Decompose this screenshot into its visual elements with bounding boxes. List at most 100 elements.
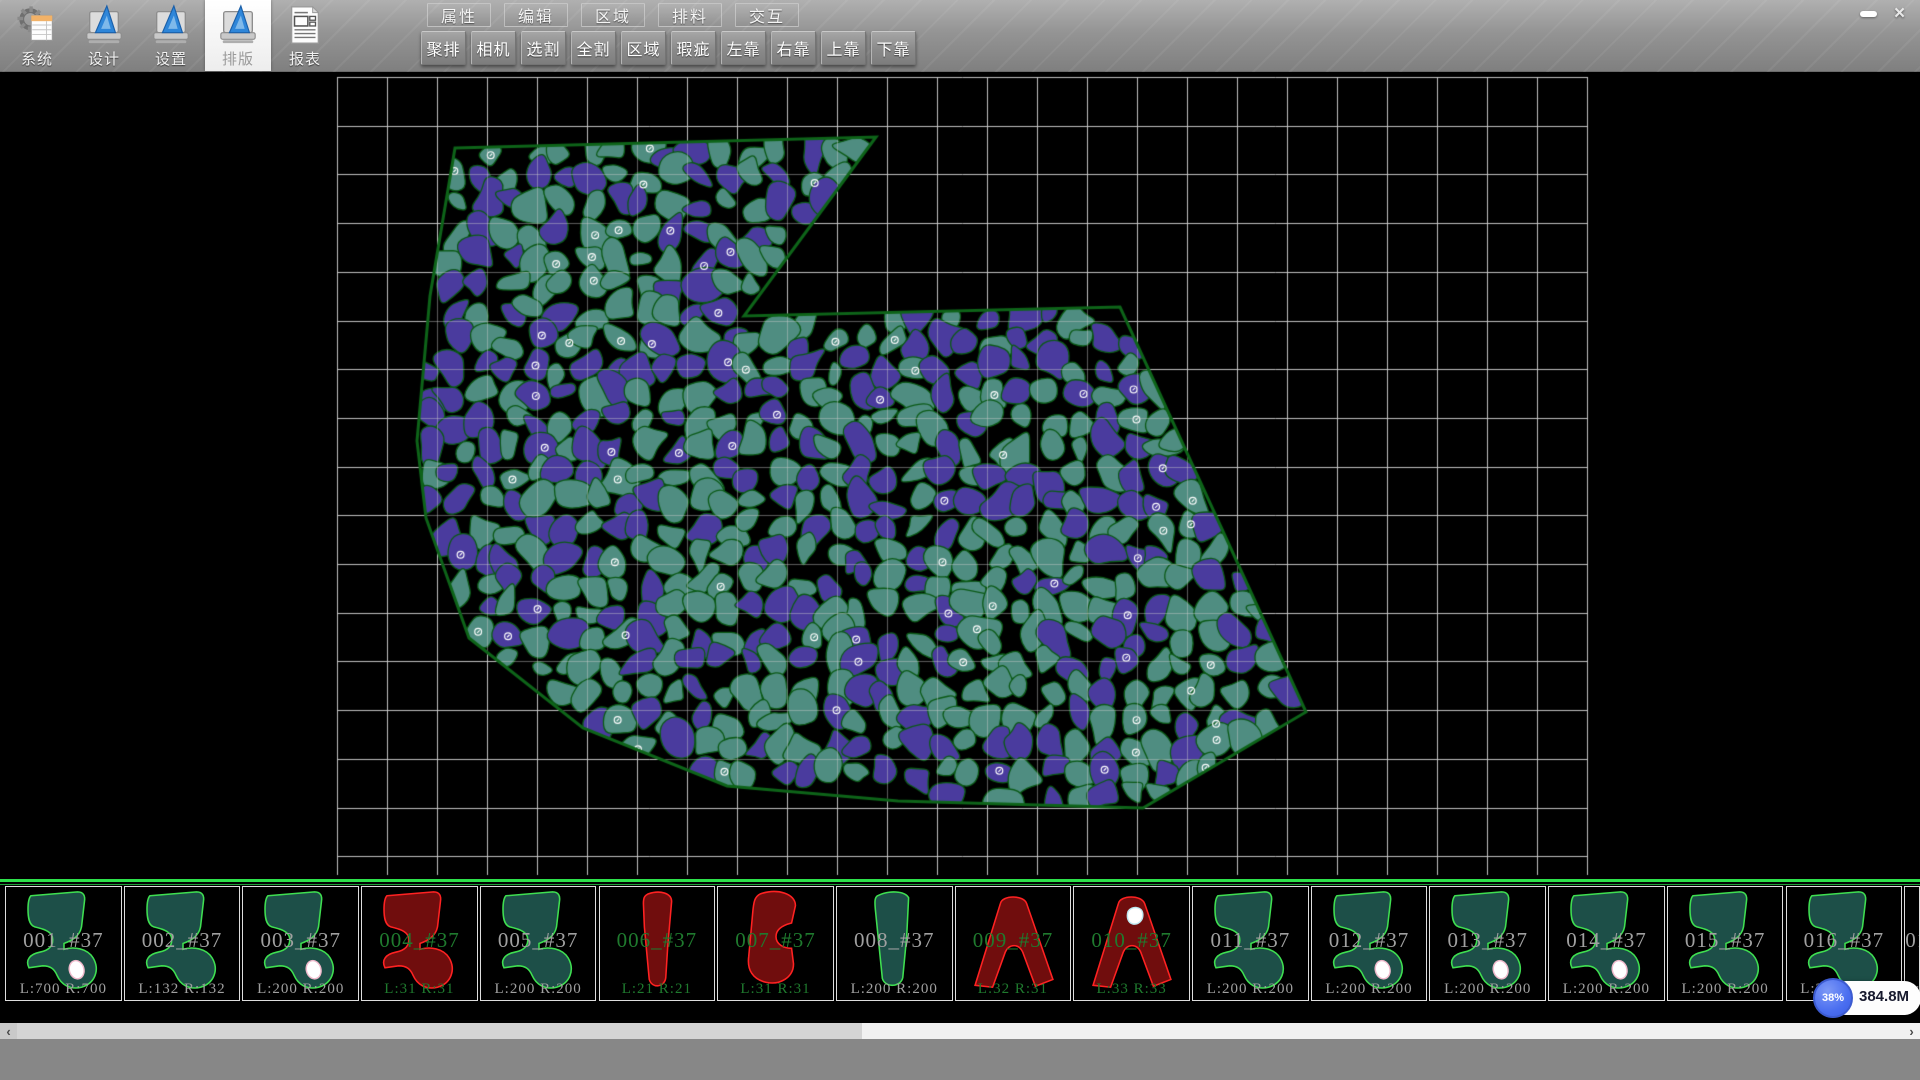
part-lr-label: L:200 R:200: [1549, 981, 1664, 998]
part-thumbnail-13[interactable]: 013_#37 L:200 R:200: [1429, 886, 1546, 1001]
part-thumbnail-14[interactable]: 014_#37 L:200 R:200: [1548, 886, 1665, 1001]
progress-percent: 38%: [1822, 992, 1844, 1004]
tool-button-9[interactable]: 上靠: [821, 31, 866, 65]
layout-ruler-icon: [217, 4, 259, 46]
main-tab-label: 排版: [222, 48, 254, 69]
part-thumbnail-9[interactable]: 009_#37 L:32 R:31: [955, 886, 1072, 1001]
part-id-label: 011_#37: [1193, 928, 1308, 953]
parts-thumbnail-strip: 001_#37L:700 R:700002_#37L:132 R:132003_…: [0, 879, 1920, 1023]
part-thumbnail-15[interactable]: 015_#37 L:200 R:200: [1667, 886, 1784, 1001]
part-id-label: 008_#37: [837, 928, 952, 953]
tool-button-1[interactable]: 聚排: [421, 31, 466, 65]
main-tab-4[interactable]: 排版: [205, 0, 271, 71]
tool-button-6[interactable]: 瑕疵: [671, 31, 716, 65]
part-id-label: 013_#37: [1430, 928, 1545, 953]
part-id-label: 001_#37: [6, 928, 121, 953]
part-thumbnail-10[interactable]: 010_#37 L:33 R:33: [1073, 886, 1190, 1001]
tool-button-3[interactable]: 选割: [521, 31, 566, 65]
part-id-label: 014_#37: [1549, 928, 1664, 953]
scrollbar-thumb[interactable]: [17, 1023, 862, 1039]
tool-row: 聚排相机选割全割区域瑕疵左靠右靠上靠下靠: [421, 31, 921, 65]
part-id-label: 016_#37: [1787, 928, 1902, 953]
part-id-label: 015_#37: [1668, 928, 1783, 953]
part-thumbnail-1[interactable]: 001_#37 L:700 R:700: [5, 886, 122, 1001]
part-id-label: 010_#37: [1074, 928, 1189, 953]
menu-item-4[interactable]: 排料: [658, 3, 722, 27]
part-id-label: 012_#37: [1312, 928, 1427, 953]
part-thumbnail-3[interactable]: 003_#37 L:200 R:200: [242, 886, 359, 1001]
strip-green-line-2: [0, 884, 1920, 885]
part-lr-label: L:33 R:33: [1074, 981, 1189, 998]
part-thumbnail-2[interactable]: 002_#37 L:132 R:132: [124, 886, 241, 1001]
main-tab-label: 系统: [21, 48, 53, 69]
part-id-label: 009_#37: [956, 928, 1071, 953]
horizontal-scrollbar[interactable]: ‹ ›: [0, 1023, 1920, 1039]
part-lr-label: L:200 R:200: [1668, 981, 1783, 998]
menu-item-1[interactable]: 属性: [427, 3, 491, 27]
main-tab-label: 报表: [289, 48, 321, 69]
minimize-icon: [1860, 11, 1877, 17]
part-thumbnail-4[interactable]: 004_#37 L:31 R:31: [361, 886, 478, 1001]
main-tab-label: 设计: [88, 48, 120, 69]
settings-ruler-icon: [150, 4, 192, 46]
menu-item-2[interactable]: 编辑: [504, 3, 568, 27]
part-lr-label: L:200 R:200: [1193, 981, 1308, 998]
part-lr-label: L:32 R:31: [956, 981, 1071, 998]
part-id-label: 002_#37: [125, 928, 240, 953]
tool-button-2[interactable]: 相机: [471, 31, 516, 65]
close-button[interactable]: ×: [1884, 3, 1915, 24]
tool-button-5[interactable]: 区域: [621, 31, 666, 65]
part-lr-label: L:31 R:31: [362, 981, 477, 998]
application-window: 系统设计设置排版报表 属性编辑区域排料交互 聚排相机选割全割区域瑕疵左靠右靠上靠…: [0, 0, 1920, 1080]
part-id-label: 003_#37: [243, 928, 358, 953]
window-controls: ×: [1853, 3, 1915, 24]
part-id-label: 004_#37: [362, 928, 477, 953]
menu-row: 属性编辑区域排料交互: [427, 3, 812, 27]
part-lr-label: L:21 R:21: [600, 981, 715, 998]
scroll-right-button[interactable]: ›: [1903, 1023, 1920, 1039]
part-lr-label: L:200 R:200: [481, 981, 596, 998]
part-thumbnail-5[interactable]: 005_#37 L:200 R:200: [480, 886, 597, 1001]
tool-button-7[interactable]: 左靠: [721, 31, 766, 65]
part-thumbnail-11[interactable]: 011_#37 L:200 R:200: [1192, 886, 1309, 1001]
part-id-label: 005_#37: [481, 928, 596, 953]
main-tab-3[interactable]: 设置: [138, 0, 204, 71]
main-tab-5[interactable]: 报表: [272, 0, 338, 71]
part-thumbnail-8[interactable]: 008_#37 L:200 R:200: [836, 886, 953, 1001]
menu-item-5[interactable]: 交互: [735, 3, 799, 27]
report-doc-icon: [284, 4, 326, 46]
close-icon: ×: [1894, 3, 1905, 25]
part-thumbnail-6[interactable]: 006_#37 L:21 R:21: [599, 886, 716, 1001]
top-toolbar: 系统设计设置排版报表 属性编辑区域排料交互 聚排相机选割全割区域瑕疵左靠右靠上靠…: [0, 0, 1920, 72]
part-lr-label: L:31 R:31: [718, 981, 833, 998]
nesting-canvas[interactable]: [0, 72, 1920, 879]
part-lr-label: L:200 R:200: [1430, 981, 1545, 998]
part-thumbnail-12[interactable]: 012_#37 L:200 R:200: [1311, 886, 1428, 1001]
bottom-status-band: [0, 1039, 1920, 1080]
part-id-label: 006_#37: [600, 928, 715, 953]
part-id-label: 017_#37: [1905, 928, 1919, 953]
main-tab-1[interactable]: 系统: [4, 0, 70, 71]
part-id-label: 007_#37: [718, 928, 833, 953]
main-tab-bar: 系统 设计 设置 排版 报表: [4, 0, 339, 72]
tool-button-8[interactable]: 右靠: [771, 31, 816, 65]
menu-item-3[interactable]: 区域: [581, 3, 645, 27]
tool-button-10[interactable]: 下靠: [871, 31, 916, 65]
system-gear-icon: [16, 4, 58, 46]
memory-value: 384.8M: [1859, 988, 1909, 1005]
part-thumbnail-7[interactable]: 007_#37 L:31 R:31: [717, 886, 834, 1001]
design-ruler-icon: [83, 4, 125, 46]
part-lr-label: L:200 R:200: [1312, 981, 1427, 998]
chevron-right-icon: ›: [1909, 1024, 1913, 1039]
part-lr-label: L:200 R:200: [243, 981, 358, 998]
tool-button-4[interactable]: 全割: [571, 31, 616, 65]
strip-green-line: [0, 879, 1920, 882]
part-lr-label: L:700 R:700: [6, 981, 121, 998]
chevron-left-icon: ‹: [6, 1024, 10, 1039]
minimize-button[interactable]: [1853, 3, 1884, 24]
part-lr-label: L:200 R:200: [837, 981, 952, 998]
part-lr-label: L:132 R:132: [125, 981, 240, 998]
scroll-left-button[interactable]: ‹: [0, 1023, 17, 1039]
main-tab-label: 设置: [155, 48, 187, 69]
main-tab-2[interactable]: 设计: [71, 0, 137, 71]
